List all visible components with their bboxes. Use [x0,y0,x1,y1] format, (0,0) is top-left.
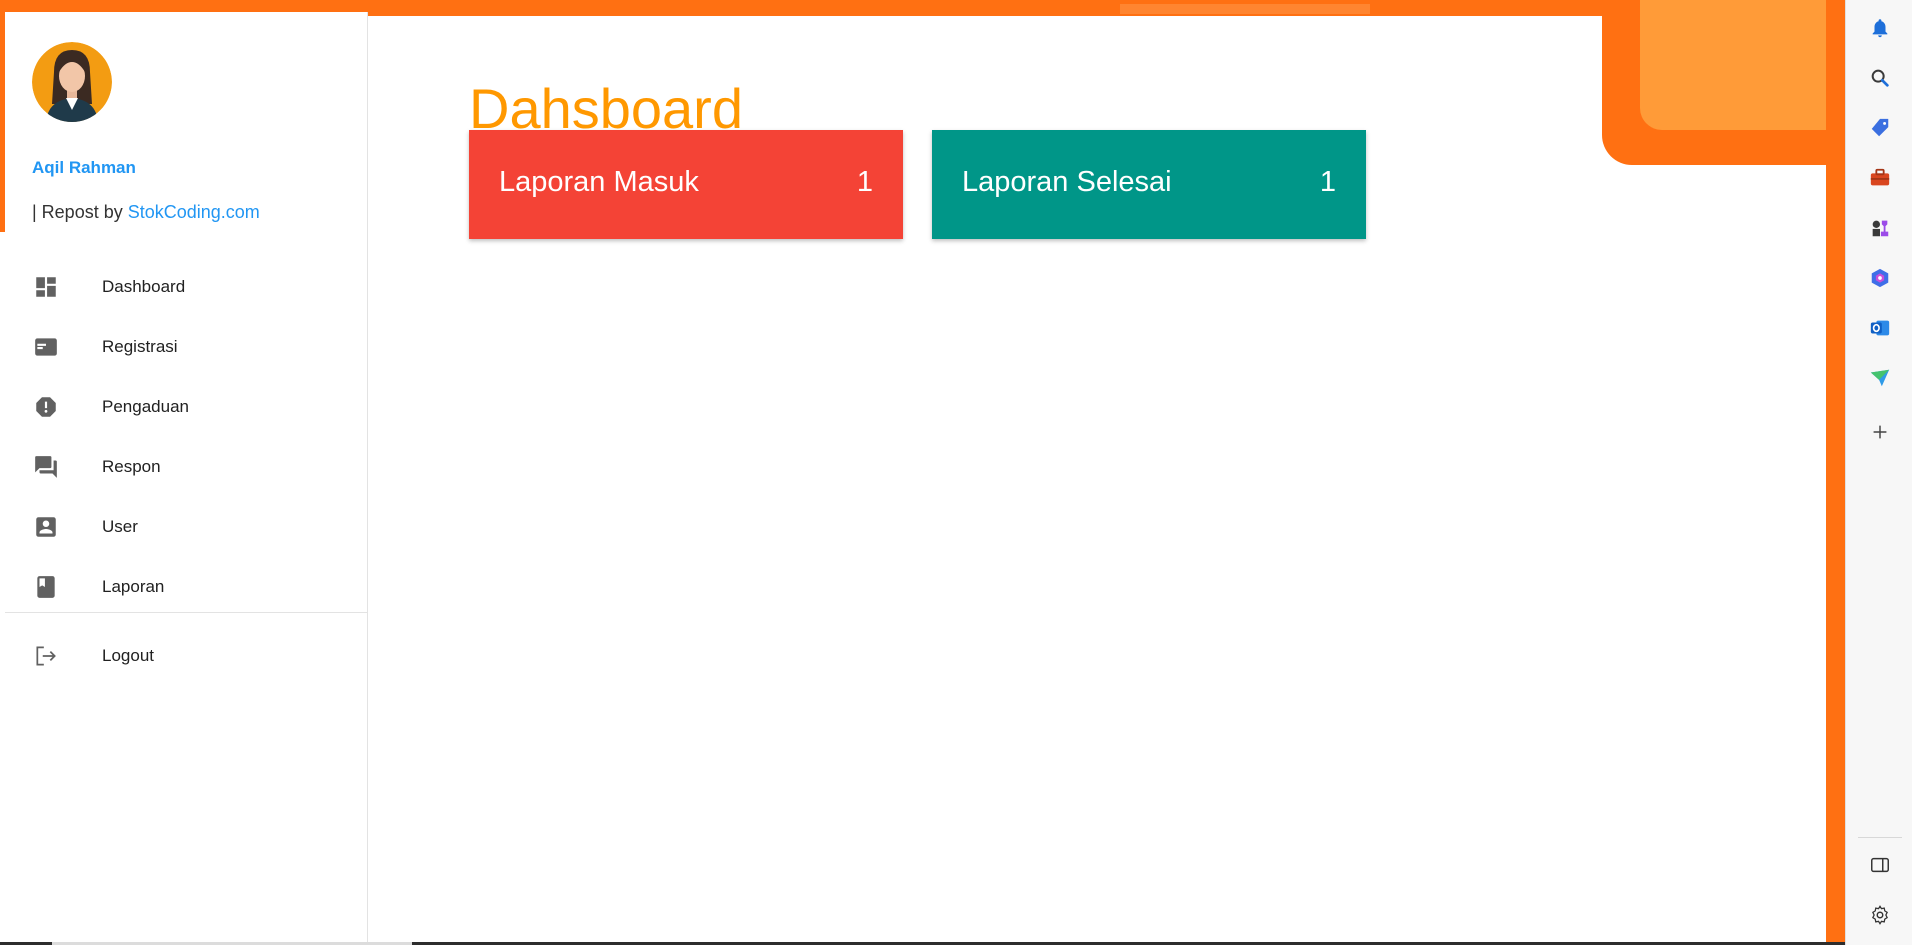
book-icon [33,574,59,600]
repost-prefix: | Repost by [32,202,128,222]
sidebar-item-label: Pengaduan [102,397,189,416]
sidebar-item-user[interactable]: User [5,497,367,557]
search-icon[interactable] [1866,64,1894,92]
sidebar-item-label: Registrasi [102,337,178,356]
woman-avatar-icon[interactable] [32,42,112,122]
sidebar-item-label: User [102,517,138,536]
user-icon [33,514,59,540]
outlook-icon[interactable] [1866,314,1894,342]
edge-toolbar-separator [1858,837,1902,838]
logout-label: Logout [102,646,154,665]
settings-icon[interactable] [1866,901,1894,929]
sidebar-item-pengaduan[interactable]: Pengaduan [5,377,367,437]
stat-card-label: Laporan Selesai [962,166,1172,198]
tag-icon[interactable] [1866,114,1894,142]
logout-icon [33,643,59,669]
main-surface-right [1602,165,1826,942]
add-icon[interactable] [1866,418,1894,446]
logout-button[interactable]: Logout [5,626,367,686]
dashboard-icon [33,274,59,300]
briefcase-icon[interactable] [1866,164,1894,192]
chess-icon[interactable] [1866,214,1894,242]
sidebar-item-label: Dashboard [102,277,186,296]
orange-frame-corner-inner [1640,0,1845,130]
stat-card-laporan-masuk[interactable]: Laporan Masuk 1 [469,130,903,239]
sidebar-item-respon[interactable]: Respon [5,437,367,497]
browser-page: Aqil Rahman | Repost by StokCoding.com D… [0,0,1912,945]
sidebar-item-label: Laporan [102,577,165,596]
orange-frame-highlight [1120,4,1370,14]
send-icon[interactable] [1866,364,1894,392]
bell-icon[interactable] [1866,14,1894,42]
sidebar-item-laporan[interactable]: Laporan [5,557,367,617]
browser-edge-toolbar [1845,0,1912,945]
chat-icon [33,454,59,480]
orange-frame-right [1826,0,1845,945]
stat-card-count: 1 [856,166,873,198]
stat-card-count: 1 [1319,166,1336,198]
sidebar: Aqil Rahman | Repost by StokCoding.com D… [5,12,368,942]
sidebar-item-registrasi[interactable]: Registrasi [5,317,367,377]
user-name: Aqil Rahman [32,158,136,177]
sidebar-item-dashboard[interactable]: Dashboard [5,257,367,317]
sidebar-toggle-icon[interactable] [1866,851,1894,879]
sidebar-item-label: Respon [102,457,161,476]
stat-card-label: Laporan Masuk [499,166,699,198]
copilot-icon[interactable] [1866,264,1894,292]
repost-credit: | Repost by StokCoding.com [32,202,260,223]
stat-card-laporan-selesai[interactable]: Laporan Selesai 1 [932,130,1366,239]
repost-link[interactable]: StokCoding.com [128,202,260,222]
sidebar-divider [5,612,367,613]
sidebar-nav: Dashboard Registrasi Pengaduan Respon Us… [5,257,367,617]
alert-icon [33,394,59,420]
card-icon [33,334,59,360]
